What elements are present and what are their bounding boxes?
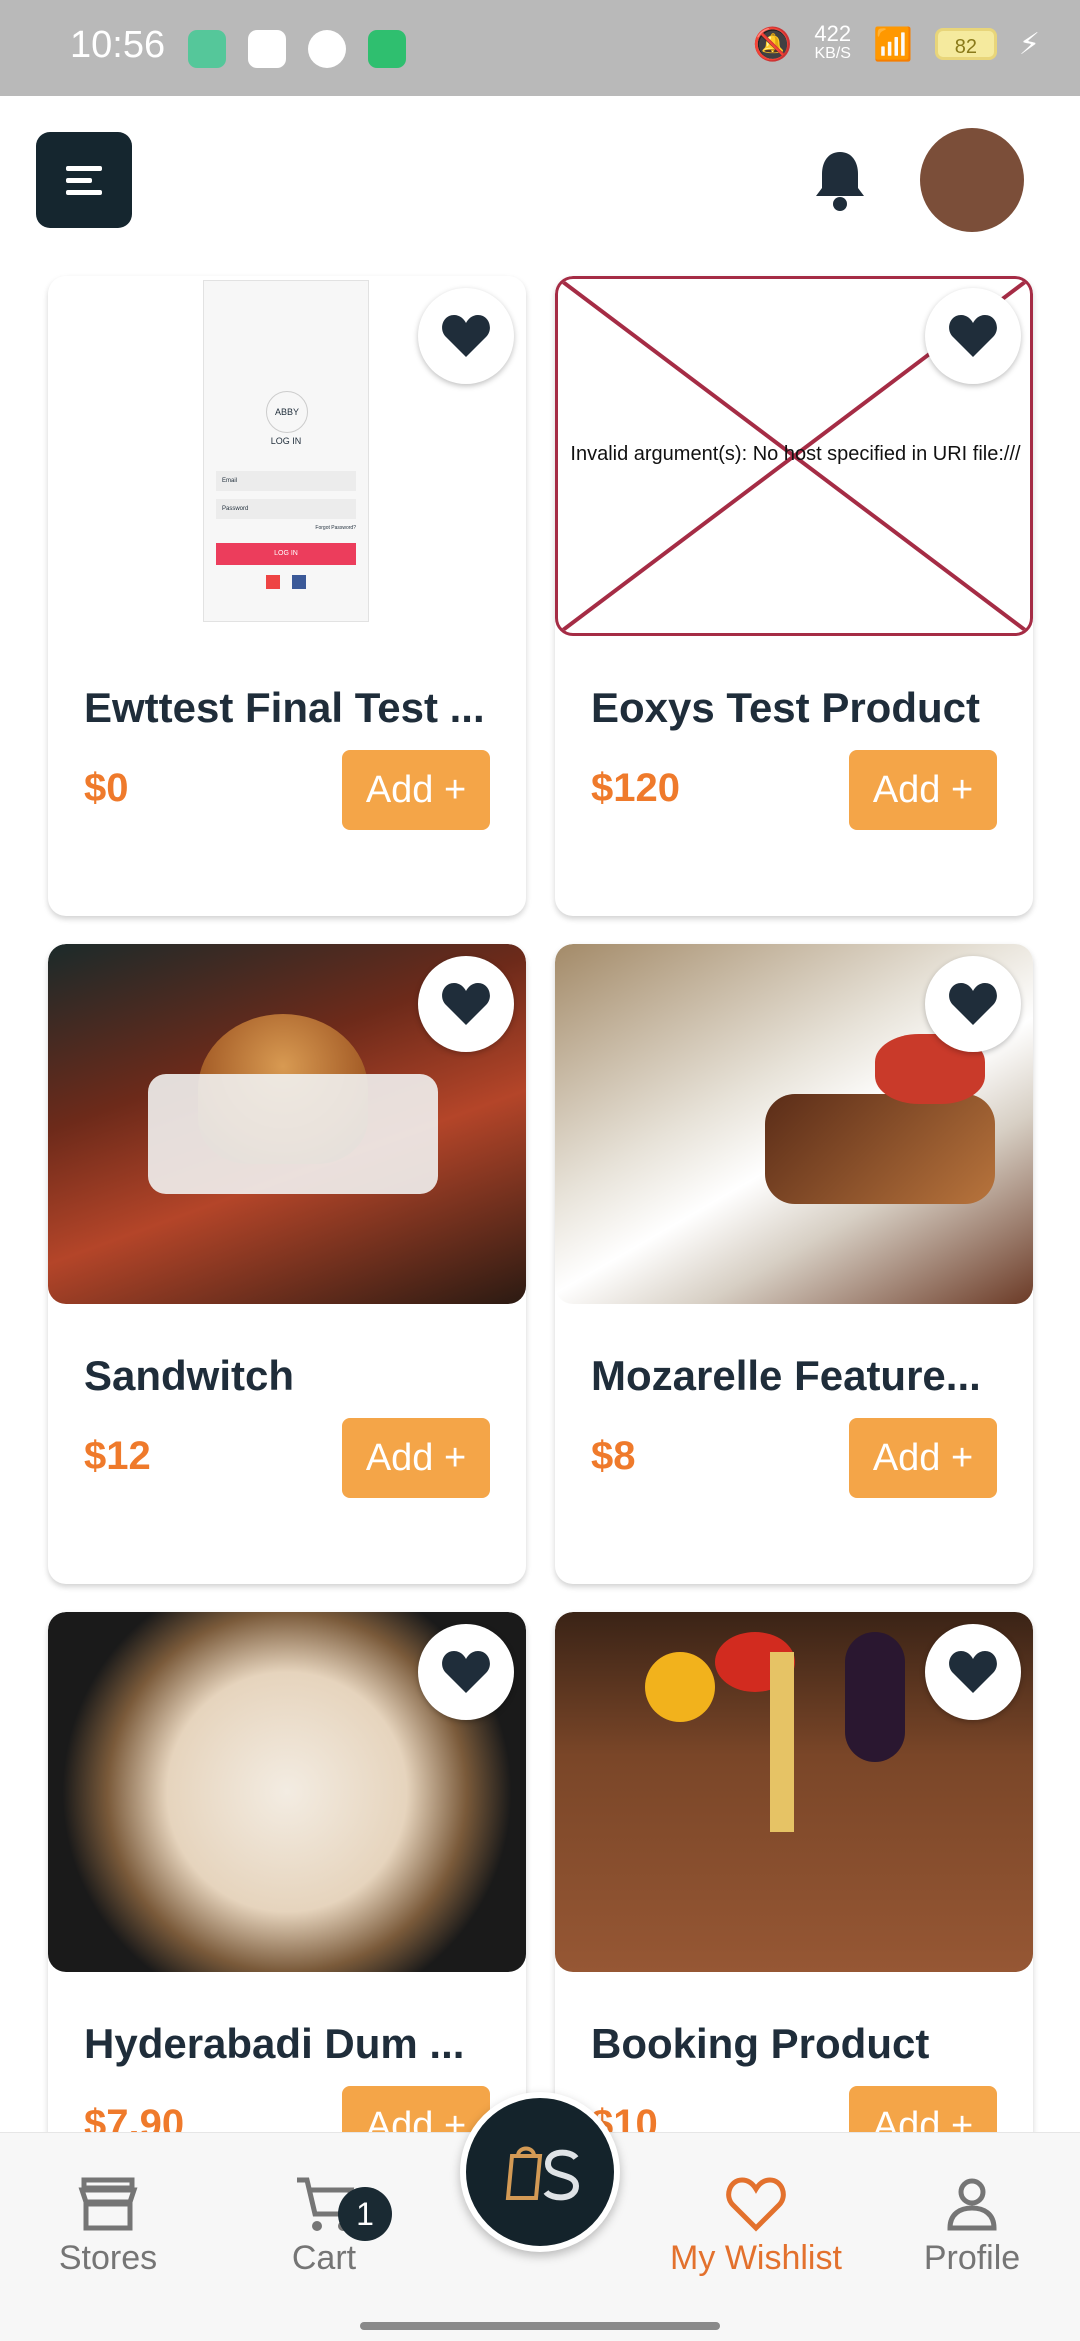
product-card[interactable]: Booking Product $10 Add +	[555, 1612, 1033, 2132]
nav-profile-label: Profile	[923, 2239, 1021, 2277]
product-price: $7.90	[84, 2102, 185, 2132]
cart-badge: 1	[338, 2187, 392, 2241]
login-screenshot-image: ABBY LOG IN Email Password Forgot Passwo…	[203, 280, 369, 622]
product-price: $0	[84, 766, 129, 810]
product-name: Eoxys Test Product	[591, 684, 980, 731]
product-name: Ewttest Final Test ...	[84, 684, 485, 731]
nav-wishlist-label: My Wishlist	[670, 2239, 842, 2277]
product-card[interactable]: Hyderabadi Dum ... $7.90 Add +	[48, 1612, 526, 2132]
app-header	[0, 96, 1080, 272]
chrome-icon	[308, 30, 346, 68]
wishlist-heart-button[interactable]	[925, 288, 1021, 384]
add-to-cart-button[interactable]: Add +	[849, 2086, 997, 2132]
add-to-cart-button[interactable]: Add +	[342, 2086, 490, 2132]
battery-indicator: 82	[934, 28, 997, 60]
wishlist-grid: ABBY LOG IN Email Password Forgot Passwo…	[0, 272, 1080, 2132]
shop-logo-icon	[505, 2146, 580, 2201]
add-to-cart-button[interactable]: Add +	[849, 1418, 997, 1498]
pasta-shape	[770, 1652, 794, 1832]
status-notification-icons	[188, 30, 406, 68]
image-error-text: Invalid argument(s): No host specified i…	[570, 443, 1021, 465]
product-card[interactable]: Invalid argument(s): No host specified i…	[555, 276, 1033, 916]
menu-button[interactable]	[36, 132, 132, 228]
wishlist-heart-button[interactable]	[418, 1624, 514, 1720]
product-price: $120	[591, 766, 680, 810]
avatar[interactable]	[920, 128, 1024, 232]
center-logo-button[interactable]	[460, 2092, 620, 2252]
nav-stores-label: Stores	[58, 2239, 158, 2277]
product-card[interactable]: Mozarelle Feature... $8 Add +	[555, 944, 1033, 1584]
wishlist-heart-button[interactable]	[925, 1624, 1021, 1720]
nav-cart[interactable]: 1 Cart	[224, 2169, 424, 2278]
wifi-icon: 📶	[873, 26, 913, 62]
add-to-cart-button[interactable]: Add +	[849, 750, 997, 830]
nav-stores[interactable]: Stores	[8, 2169, 208, 2278]
youtube-icon	[248, 30, 286, 68]
message-icon	[368, 30, 406, 68]
add-to-cart-button[interactable]: Add +	[342, 1418, 490, 1498]
status-right-icons: 🔕 422 KB/S 📶 82 ⚡	[752, 21, 1040, 64]
wishlist-heart-button[interactable]	[925, 956, 1021, 1052]
nav-cart-label: Cart	[291, 2239, 357, 2277]
heart-icon	[949, 315, 997, 357]
product-name: Mozarelle Feature...	[591, 1352, 981, 1399]
charging-icon: ⚡	[1018, 27, 1040, 61]
heart-outline-icon	[726, 2177, 786, 2232]
box-shape	[148, 1074, 438, 1194]
pepper-shape	[645, 1652, 715, 1722]
heart-icon	[949, 1651, 997, 1693]
wishlist-heart-button[interactable]	[418, 956, 514, 1052]
wishlist-heart-button[interactable]	[418, 288, 514, 384]
fish-shape	[765, 1094, 995, 1204]
mute-icon: 🔕	[752, 26, 793, 62]
person-icon	[947, 2178, 997, 2231]
net-speed: 422 KB/S	[814, 21, 852, 63]
app-notification-icon	[188, 30, 226, 68]
product-price: $8	[591, 1434, 636, 1478]
heart-icon	[442, 315, 490, 357]
product-name: Sandwitch	[84, 1352, 295, 1399]
status-bar: 10:56 🔕 422 KB/S 📶 82 ⚡	[0, 0, 1080, 96]
product-name: Hyderabadi Dum ...	[84, 2020, 465, 2067]
add-to-cart-button[interactable]: Add +	[342, 750, 490, 830]
nav-wishlist[interactable]: My Wishlist	[656, 2169, 856, 2278]
menu-icon	[66, 166, 102, 195]
store-icon	[78, 2177, 138, 2231]
heart-icon	[442, 1651, 490, 1693]
heart-icon	[949, 983, 997, 1025]
status-time: 10:56	[70, 24, 166, 66]
nav-profile[interactable]: Profile	[872, 2169, 1072, 2278]
product-card[interactable]: ABBY LOG IN Email Password Forgot Passwo…	[48, 276, 526, 916]
product-name: Booking Product	[591, 2020, 930, 2067]
product-price: $12	[84, 1434, 151, 1478]
home-indicator	[360, 2322, 720, 2330]
product-card[interactable]: Sandwitch $12 Add +	[48, 944, 526, 1584]
bell-icon[interactable]	[812, 148, 868, 212]
eggplant-shape	[845, 1632, 905, 1762]
heart-icon	[442, 983, 490, 1025]
